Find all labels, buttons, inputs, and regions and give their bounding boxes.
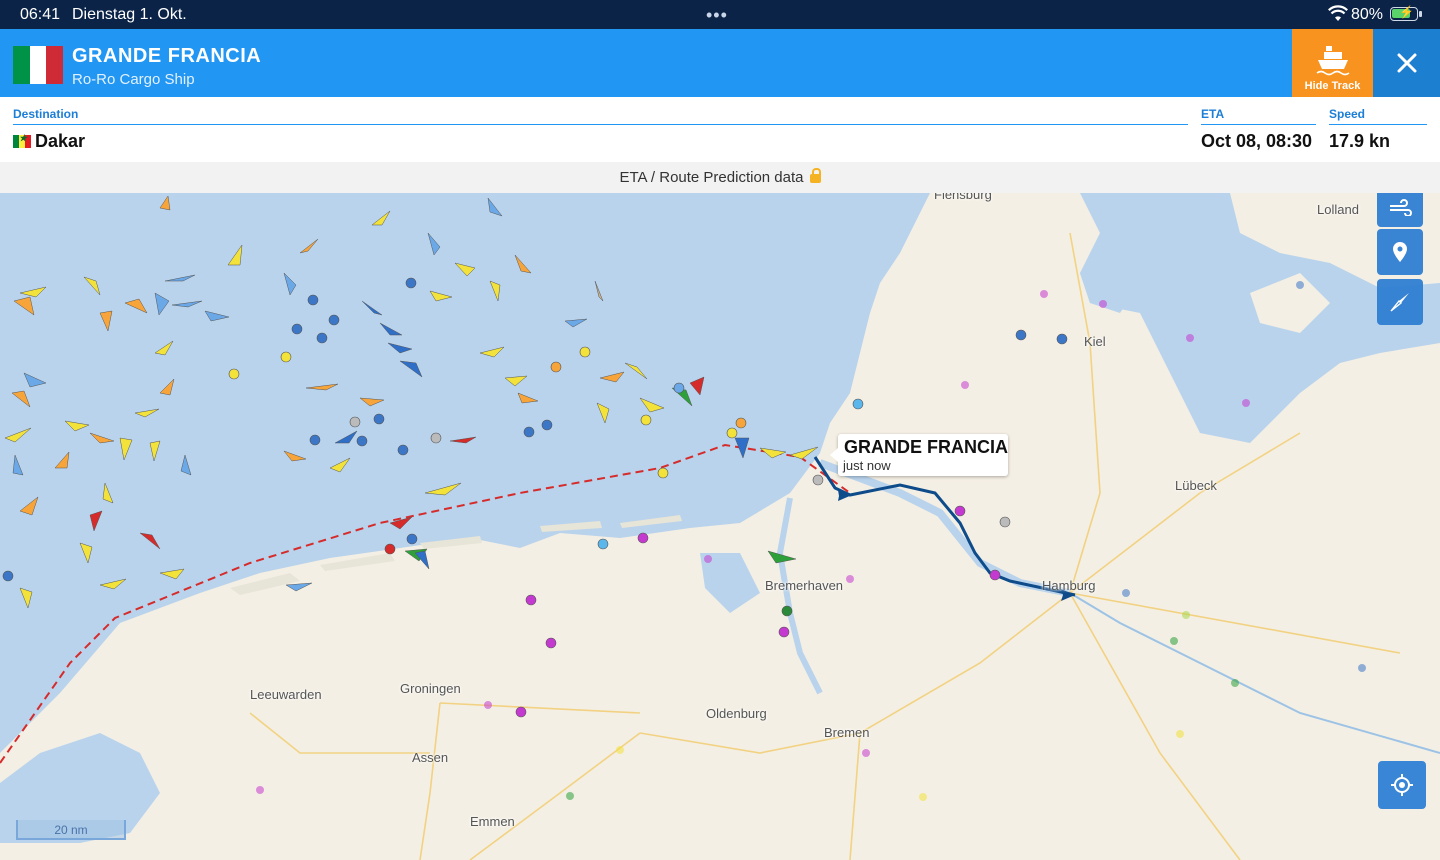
vessel-name: GRANDE FRANCIA [72,45,262,67]
wifi-icon [1328,5,1348,21]
city-oldenburg: Oldenburg [706,706,767,721]
pin-button[interactable] [1377,229,1423,275]
callout-timestamp: just now [843,458,891,473]
status-bar: 06:41 Dienstag 1. Okt. ••• 80% ⚡ [0,0,1440,29]
map-view[interactable]: Flensburg Lolland Kiel Lübeck Hamburg Br… [0,193,1440,860]
speed-field: Speed 17.9 kn [1329,107,1427,152]
city-assen: Assen [412,750,449,765]
destination-value: Dakar [35,131,86,151]
destination-label: Destination [13,107,1188,125]
close-icon [1397,53,1417,73]
city-hamburg: Hamburg [1042,578,1096,593]
city-emmen: Emmen [470,814,515,829]
compass-icon [1390,293,1409,312]
wind-icon [1390,199,1412,216]
flag-italy-icon [13,46,64,84]
route-prediction-bar[interactable]: ETA / Route Prediction data [0,162,1440,194]
map-base [0,193,1440,860]
scale-label: 20 nm [54,823,88,837]
voyage-info: Destination ★ Dakar ETA Oct 08, 08:30 Sp… [0,97,1440,162]
destination-field: Destination ★ Dakar [13,107,1188,152]
city-lolland: Lolland [1317,202,1359,217]
eta-value: Oct 08, 08:30 [1201,131,1313,151]
pin-icon [1393,242,1407,262]
eta-label: ETA [1201,107,1316,125]
speed-label: Speed [1329,107,1427,125]
compass-button[interactable] [1377,279,1423,325]
close-button[interactable] [1373,29,1440,97]
multitask-dots[interactable]: ••• [706,5,728,26]
city-flensburg: Flensburg [934,193,992,202]
route-prediction-text: ETA / Route Prediction data [619,169,804,186]
city-kiel: Kiel [1084,334,1106,349]
eta-field: ETA Oct 08, 08:30 [1201,107,1316,152]
scale-bar: 20 nm [16,820,126,840]
battery-icon: ⚡ [1390,5,1422,21]
battery-percent: 80% [1351,6,1384,23]
vessel-header: GRANDE FRANCIA Ro-Ro Cargo Ship Hide Tra… [0,29,1440,97]
city-groningen: Groningen [400,681,461,696]
wind-layer-button[interactable] [1377,193,1423,227]
ship-icon [1316,46,1350,76]
status-time: 06:41 [20,6,61,23]
lock-icon [809,168,821,183]
locate-icon [1391,774,1413,796]
vessel-type: Ro-Ro Cargo Ship [72,71,195,88]
callout-vessel-name: GRANDE FRANCIA [844,437,1008,457]
flag-senegal-icon: ★ [13,133,31,148]
city-lubeck: Lübeck [1175,478,1217,493]
status-date: Dienstag 1. Okt. [72,6,187,23]
city-bremen: Bremen [824,725,870,740]
city-leeuwarden: Leeuwarden [250,687,322,702]
locate-me-button[interactable] [1378,761,1426,809]
city-bremerhaven: Bremerhaven [765,578,844,593]
hide-track-label: Hide Track [1304,80,1361,92]
hide-track-button[interactable]: Hide Track [1292,29,1373,97]
vessel-callout[interactable]: GRANDE FRANCIA just now [830,434,1008,476]
speed-value: 17.9 kn [1329,131,1391,151]
